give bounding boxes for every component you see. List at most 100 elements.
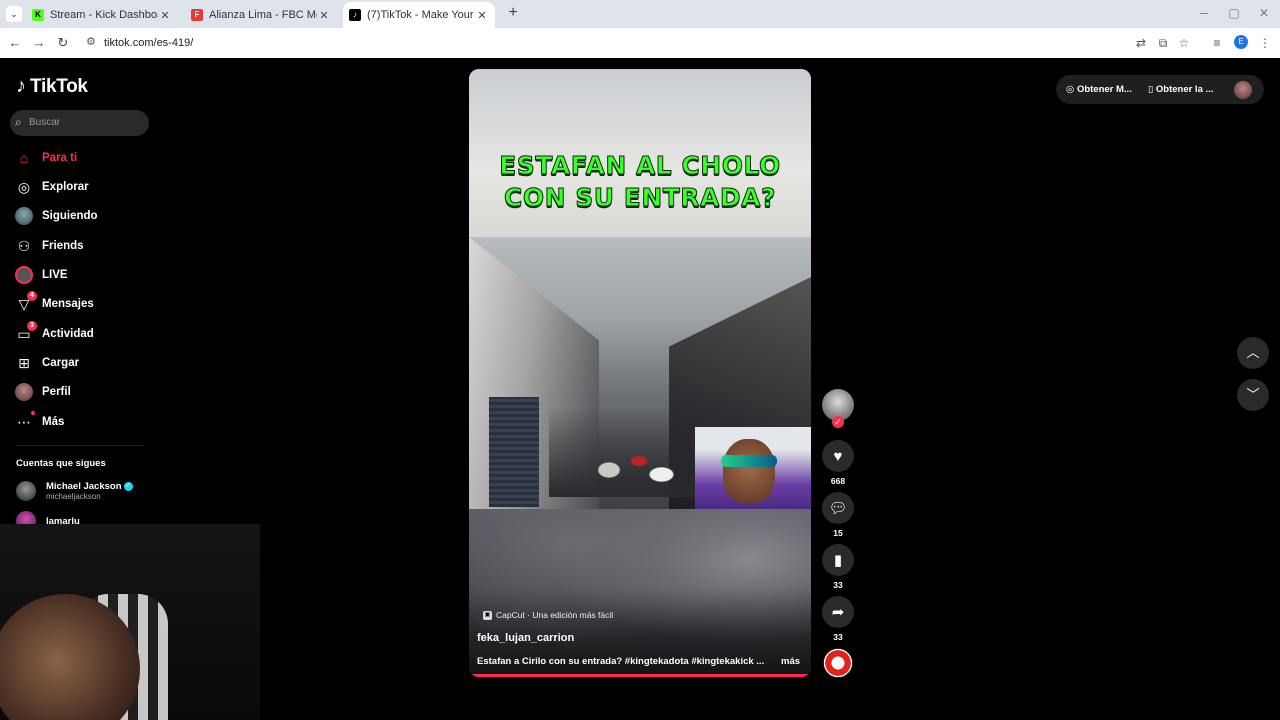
chevron-down-icon: ﹀	[1246, 387, 1260, 402]
sidebar-item-cargar[interactable]: ⊞ Cargar	[15, 353, 79, 373]
maximize-icon[interactable]: ▢	[1226, 6, 1242, 20]
top-actions-pill: ◎ Obtener M... ▯ Obtener la ...	[1056, 75, 1264, 104]
comment-button[interactable]: 💬︎	[822, 492, 854, 524]
sidebar-item-mas[interactable]: ⋯ Más	[15, 411, 64, 432]
follow-plus-icon[interactable]: ✓	[832, 416, 844, 428]
tiktok-logo[interactable]: ♪ TikTok	[16, 75, 88, 98]
new-tab-button[interactable]: +	[504, 4, 522, 22]
translate-icon[interactable]: ⇄	[1132, 34, 1150, 52]
sidebar-item-para-ti[interactable]: ⌂ Para ti	[15, 148, 77, 168]
messages-icon: ▽ 4	[15, 291, 37, 313]
install-app-icon[interactable]: ⧉	[1154, 34, 1172, 52]
tiktok-note-icon: ♪	[16, 75, 26, 97]
like-count: 668	[830, 476, 846, 486]
video-progress-fill	[469, 674, 808, 677]
sidebar-item-live[interactable]: LIVE	[15, 265, 68, 285]
tiktok-icon: ♪	[349, 9, 361, 21]
video-author[interactable]: feka_lujan_carrion	[477, 632, 574, 644]
tab-search-chevron-icon[interactable]: ⌄	[6, 6, 22, 22]
heart-icon: ♥	[833, 447, 843, 465]
search-input[interactable]: ⌕ Buscar	[10, 110, 149, 136]
upload-icon: ⊞	[18, 354, 30, 371]
sidebar-item-perfil[interactable]: Perfil	[15, 382, 71, 402]
profile-avatar[interactable]: E	[1234, 35, 1248, 49]
previous-video-button[interactable]: ︿	[1237, 337, 1269, 369]
profile-avatar-icon	[15, 383, 33, 401]
account-name: Michael Jackson	[46, 481, 122, 492]
music-disc-icon[interactable]	[823, 648, 853, 678]
tab-title: (7)TikTok - Make Your Day	[367, 9, 475, 21]
url-text: tiktok.com/es-419/	[104, 37, 194, 49]
video-scene-stadium	[469, 237, 811, 509]
metal-shutter	[489, 397, 539, 507]
close-icon[interactable]: ✕	[317, 9, 331, 22]
tab-alianza-lima[interactable]: F Alianza Lima - FBC Melgar Cuc ✕	[185, 2, 337, 28]
bookmark-star-icon[interactable]: ☆	[1175, 34, 1193, 52]
sidebar-item-siguiendo[interactable]: Siguiendo	[15, 206, 98, 226]
bookmark-icon: ▮	[833, 552, 843, 569]
more-icon: ⋯	[15, 411, 35, 431]
back-icon[interactable]: ←	[6, 34, 24, 52]
following-account-item[interactable]: Michael Jackson ✓ michaeljackson	[16, 481, 133, 501]
brand-name: TikTok	[30, 75, 88, 97]
omnibox[interactable]: ⚙ tiktok.com/es-419/	[80, 31, 1120, 55]
kick-icon: K	[32, 9, 44, 21]
sidebar-divider	[16, 445, 144, 446]
video-player[interactable]: ESTAFAN AL CHOLO CON SU ENTRADA? ▣ CapCu…	[469, 69, 811, 677]
avatar	[16, 481, 36, 501]
tab-kick-dashboard[interactable]: K Stream - Kick Dashboard ✕	[26, 2, 178, 28]
get-app-button[interactable]: ▯ Obtener la ...	[1148, 84, 1213, 95]
verified-badge-icon: ✓	[123, 481, 133, 491]
search-placeholder: Buscar	[29, 117, 61, 128]
video-title-banner: ESTAFAN AL CHOLO CON SU ENTRADA?	[469, 69, 811, 237]
search-icon: ⌕	[15, 115, 22, 129]
close-icon[interactable]: ✕	[158, 9, 172, 22]
close-icon[interactable]: ✕	[475, 9, 489, 22]
comment-count: 15	[833, 528, 843, 538]
compass-icon: ◎	[17, 178, 31, 195]
webcam-overlay: esta	[0, 524, 260, 720]
video-title-line-1: ESTAFAN AL CHOLO	[499, 151, 781, 181]
sunglasses	[721, 455, 777, 467]
minimize-icon[interactable]: ─	[1196, 6, 1212, 20]
following-section-title: Cuentas que sigues	[16, 458, 106, 469]
browser-menu-icon[interactable]: ⋮	[1256, 34, 1274, 52]
forward-icon[interactable]: →	[30, 34, 48, 52]
save-count: 33	[833, 580, 843, 590]
video-inset-facecam	[695, 427, 811, 509]
tab-tiktok[interactable]: ♪ (7)TikTok - Make Your Day ✕	[343, 2, 495, 28]
video-progress-bar[interactable]	[469, 674, 811, 677]
share-count: 33	[833, 632, 843, 642]
crowd	[549, 407, 699, 497]
futbol-icon: F	[191, 9, 203, 21]
like-button[interactable]: ♥	[822, 440, 854, 472]
sidebar-item-explorar[interactable]: ◎ Explorar	[15, 177, 89, 197]
sidebar-item-actividad[interactable]: ▭ 3 Actividad	[15, 321, 94, 344]
share-icon: ➦	[831, 604, 845, 621]
account-handle: michaeljackson	[46, 492, 101, 501]
following-avatar-icon	[15, 207, 33, 225]
activity-badge: 3	[27, 321, 37, 331]
reload-icon[interactable]: ↻	[54, 34, 72, 52]
live-icon	[15, 266, 33, 284]
next-video-button[interactable]: ﹀	[1237, 379, 1269, 411]
messages-badge: 4	[27, 291, 37, 301]
video-title-line-2: CON SU ENTRADA?	[504, 183, 777, 213]
browser-tab-bar: ⌄ K Stream - Kick Dashboard ✕ F Alianza …	[0, 0, 1280, 28]
save-button[interactable]: ▮	[822, 544, 854, 576]
address-bar-row: ← → ↻ ⚙ tiktok.com/es-419/ ⇄ ⧉ ☆ ≡ E ⋮	[0, 28, 1280, 58]
window-close-icon[interactable]: ✕	[1256, 6, 1272, 20]
friends-icon: ⚇	[17, 237, 31, 254]
capcut-icon: ▣	[483, 610, 492, 620]
caption-more-button[interactable]: más	[781, 656, 800, 667]
tab-title: Stream - Kick Dashboard	[50, 9, 158, 21]
sidebar-item-mensajes[interactable]: ▽ 4 Mensajes	[15, 291, 94, 314]
user-avatar[interactable]	[1234, 81, 1252, 99]
site-info-icon[interactable]: ⚙	[86, 35, 96, 48]
get-coins-button[interactable]: ◎ Obtener M...	[1066, 84, 1132, 95]
tab-title: Alianza Lima - FBC Melgar Cuc	[209, 9, 317, 21]
share-button[interactable]: ➦	[822, 596, 854, 628]
capcut-effect-link[interactable]: ▣ CapCut · Una edición más fácil	[483, 610, 613, 620]
reading-list-icon[interactable]: ≡	[1208, 34, 1226, 52]
sidebar-item-friends[interactable]: ⚇ Friends	[15, 236, 84, 256]
